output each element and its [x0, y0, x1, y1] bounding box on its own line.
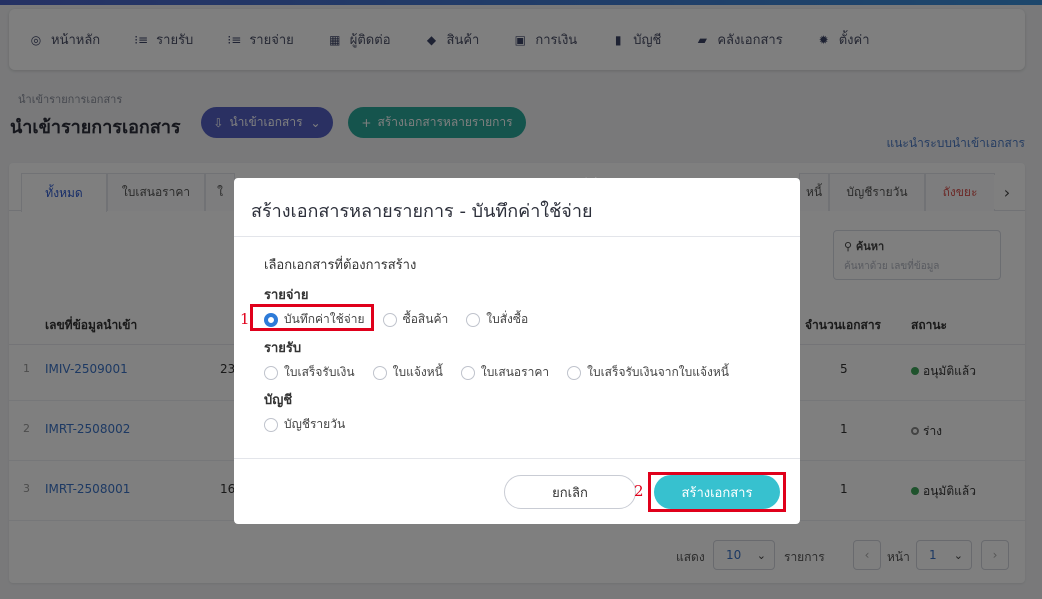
highlight-box-step1 [250, 304, 374, 331]
radio-unchecked-icon [567, 365, 582, 380]
modal-subtitle: เลือกเอกสารที่ต้องการสร้าง [264, 258, 417, 273]
income-options: ใบเสร็จรับเงิน ใบแจ้งหนี้ ใบเสนอราคา ใบเ… [264, 363, 747, 382]
cancel-button[interactable]: ยกเลิก [504, 475, 636, 509]
radio-unchecked-icon [466, 312, 481, 327]
radio-unchecked-icon [372, 365, 387, 380]
divider [234, 458, 800, 459]
group-expense-label: รายจ่าย [264, 288, 309, 303]
radio-buy-goods[interactable]: ซื้อสินค้า [382, 310, 448, 329]
group-income-label: รายรับ [264, 341, 302, 356]
radio-unchecked-icon [264, 365, 278, 380]
group-account-label: บัญชี [264, 393, 293, 408]
radio-receipt[interactable]: ใบเสร็จรับเงิน [264, 363, 355, 382]
radio-daily-journal[interactable]: บัญชีรายวัน [264, 415, 345, 434]
account-options: บัญชีรายวัน [264, 415, 363, 434]
radio-unchecked-icon [382, 312, 397, 327]
radio-invoice[interactable]: ใบแจ้งหนี้ [372, 363, 443, 382]
divider [234, 236, 800, 237]
step-number-2: 2 [634, 482, 644, 500]
radio-unchecked-icon [264, 417, 278, 432]
radio-receipt-from-invoice[interactable]: ใบเสร็จรับเงินจากใบแจ้งหนี้ [567, 363, 729, 382]
radio-quotation[interactable]: ใบเสนอราคา [460, 363, 549, 382]
radio-unchecked-icon [460, 365, 475, 380]
step-number-1: 1 [240, 310, 250, 328]
highlight-box-step2 [648, 472, 786, 512]
close-icon[interactable]: ✕ [580, 175, 602, 197]
modal-title: สร้างเอกสารหลายรายการ - บันทึกค่าใช้จ่าย [251, 201, 593, 222]
radio-purchase-order[interactable]: ใบสั่งซื้อ [466, 310, 528, 329]
